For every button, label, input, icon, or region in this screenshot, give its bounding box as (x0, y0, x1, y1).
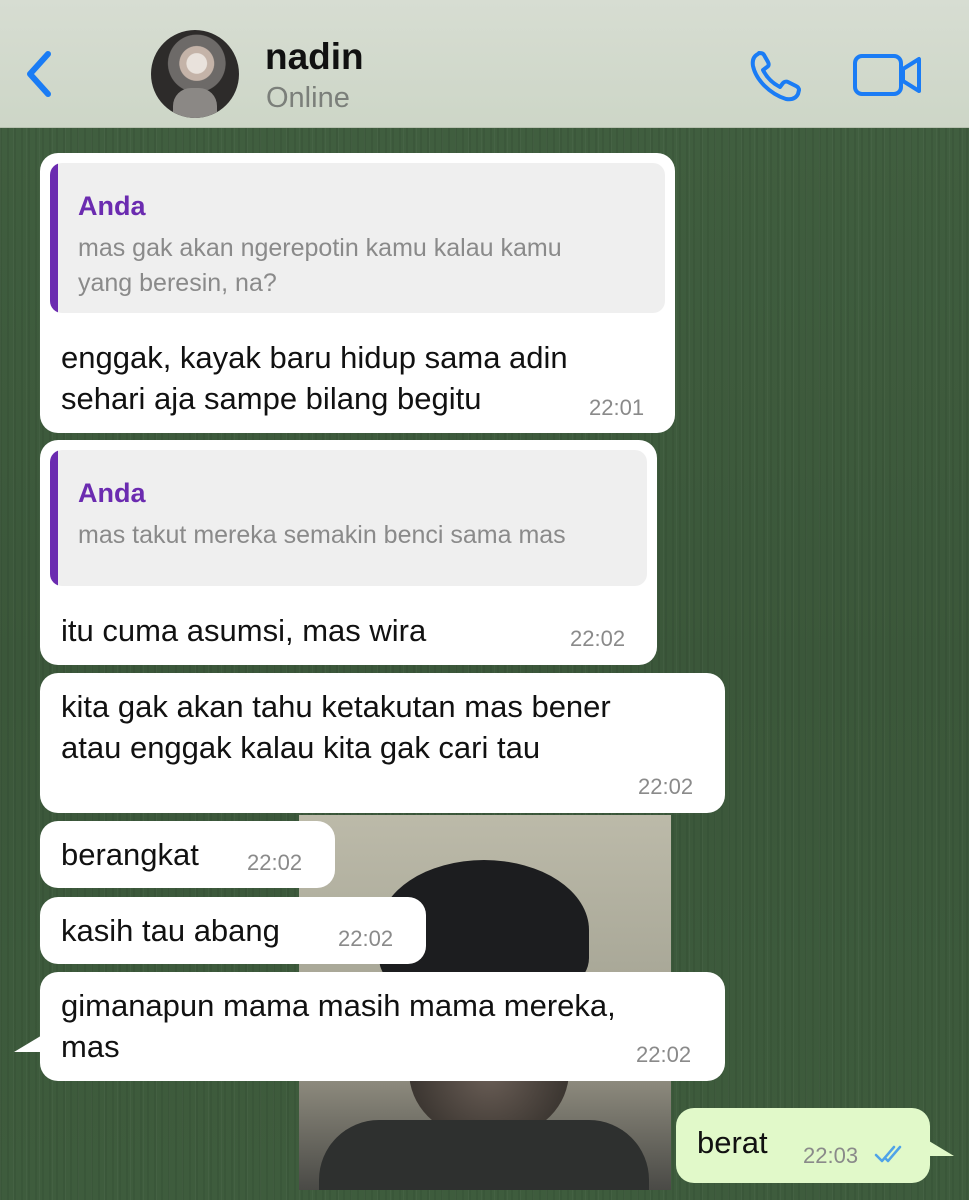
message-text: itu cuma asumsi, mas wira (61, 613, 427, 648)
message-text: berangkat (61, 837, 199, 872)
video-call-button[interactable] (852, 52, 924, 98)
read-receipt-icon (874, 1145, 902, 1163)
message-time: 22:02 (247, 850, 303, 875)
message-bubble[interactable]: Anda mas takut mereka semakin benci sama… (40, 440, 657, 665)
voice-call-button[interactable] (748, 48, 804, 104)
message-text: kita gak akan tahu ketakutan mas bener a… (61, 689, 611, 765)
contact-status: Online (266, 82, 350, 114)
message-time: 22:02 (638, 774, 694, 799)
message-time: 22:03 (803, 1143, 859, 1168)
contact-name[interactable]: nadin (265, 36, 364, 78)
back-button[interactable] (20, 46, 60, 102)
message-text: gimanapun mama masih mama mereka, mas (61, 988, 616, 1064)
message-time: 22:02 (570, 626, 626, 651)
message-bubble[interactable]: kita gak akan tahu ketakutan mas bener a… (40, 673, 725, 813)
quote-text: mas gak akan ngerepotin kamu kalau kamu … (78, 234, 562, 297)
message-bubble[interactable]: kasih tau abang 22:02 (40, 897, 426, 964)
message-time: 22:01 (589, 395, 645, 420)
chevron-left-icon (27, 51, 51, 97)
quote-text: mas takut mereka semakin benci sama mas (78, 521, 566, 549)
message-bubble[interactable]: Anda mas gak akan ngerepotin kamu kalau … (40, 153, 675, 433)
quote-accent-bar (50, 163, 58, 313)
quoted-message[interactable]: Anda mas gak akan ngerepotin kamu kalau … (50, 163, 665, 313)
message-text: kasih tau abang (61, 913, 280, 948)
quoted-message[interactable]: Anda mas takut mereka semakin benci sama… (50, 450, 647, 586)
photo-shirt (319, 1120, 649, 1190)
message-text: berat (697, 1125, 768, 1160)
message-bubble[interactable]: berangkat 22:02 (40, 821, 335, 888)
video-camera-icon (853, 54, 921, 96)
quote-accent-bar (50, 450, 58, 586)
chat-header: nadin Online (0, 0, 969, 128)
avatar-figure (173, 88, 217, 118)
phone-icon (750, 51, 801, 102)
message-time: 22:02 (338, 926, 394, 951)
quote-author: Anda (78, 191, 146, 221)
message-time: 22:02 (636, 1042, 692, 1067)
contact-avatar[interactable] (151, 30, 239, 118)
quote-author: Anda (78, 478, 146, 508)
message-text: enggak, kayak baru hidup sama adin sehar… (61, 340, 568, 416)
message-bubble[interactable]: gimanapun mama masih mama mereka, mas 22… (40, 972, 725, 1081)
